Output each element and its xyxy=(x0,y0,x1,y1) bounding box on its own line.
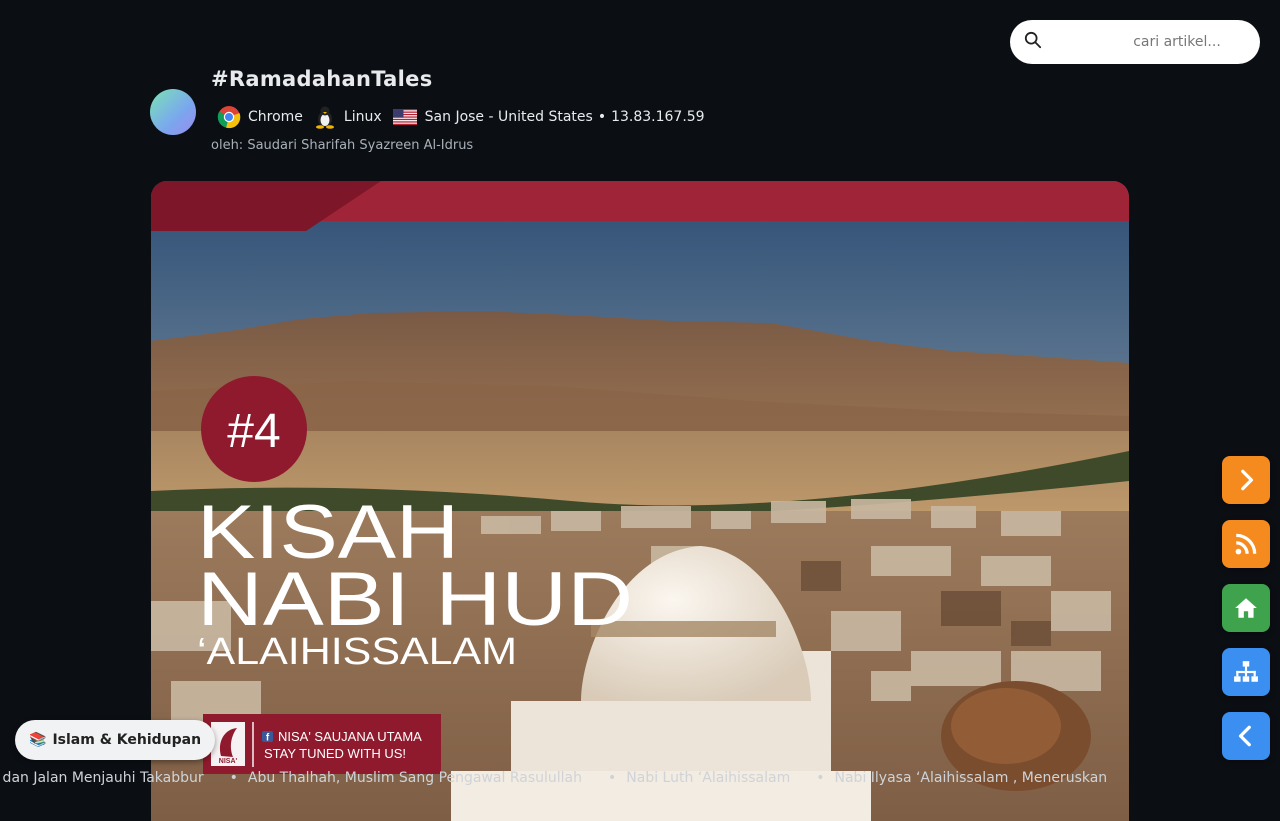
ticker-item[interactable]: • Abu Thalhah, Muslim Sang Pengawal Rasul… xyxy=(230,770,582,786)
headline-line-2: NABI HUD xyxy=(197,557,633,642)
search-input[interactable] xyxy=(1050,33,1266,51)
category-pill[interactable]: 📚 Islam & Kehidupan xyxy=(15,720,216,760)
sitemap-icon xyxy=(1234,661,1258,682)
brand-name: NISA' SAUJANA UTAMA xyxy=(278,729,422,744)
headline-line-3: ‘ALAIHISSALAM xyxy=(197,631,517,673)
brand-logo: NISA' xyxy=(219,758,238,765)
books-icon: 📚 xyxy=(29,732,47,748)
back-button[interactable] xyxy=(1222,712,1270,760)
meta-separator: • xyxy=(597,109,607,125)
ticker-item[interactable]: • Nabi Ilyasa ‘Alaihissalam , Meneruskan xyxy=(816,770,1107,786)
us-flag-icon xyxy=(392,105,418,129)
badge-text: #4 xyxy=(227,405,280,458)
chrome-icon xyxy=(217,105,241,129)
home-icon xyxy=(1235,598,1257,618)
post-meta: Chrome Linux San Jose - United States • … xyxy=(217,104,705,130)
chevron-left-icon xyxy=(1238,725,1251,747)
ip-address: 13.83.167.59 xyxy=(611,109,705,125)
category-label: Islam & Kehidupan xyxy=(52,732,202,748)
author-avatar xyxy=(150,89,196,135)
search-icon xyxy=(1024,31,1042,53)
chevron-right-icon xyxy=(1241,469,1254,491)
next-button[interactable] xyxy=(1222,456,1270,504)
search-box[interactable] xyxy=(1010,20,1266,64)
sitemap-button[interactable] xyxy=(1222,648,1270,696)
linux-icon xyxy=(313,105,337,129)
author-byline: oleh: Saudari Sharifah Syazreen Al-Idrus xyxy=(211,138,474,153)
hero-image[interactable]: #4 KISAH NABI HUD ‘ALAIHISSALAM NISA' f … xyxy=(151,181,1129,821)
rss-icon xyxy=(1235,533,1257,555)
brand-tagline: STAY TUNED WITH US! xyxy=(264,746,406,761)
browser-name: Chrome xyxy=(248,109,303,125)
home-button[interactable] xyxy=(1222,584,1270,632)
os-name: Linux xyxy=(343,109,382,125)
ticker-item[interactable]: • Nabi Luth ‘Alaihissalam xyxy=(608,770,790,786)
ticker-item[interactable]: h Sombong - Tafsir, Bahaya, dan Jalan Me… xyxy=(0,770,204,786)
location-text: San Jose - United States xyxy=(424,109,593,125)
rss-button[interactable] xyxy=(1222,520,1270,568)
post-title[interactable]: #RamadahanTales xyxy=(211,67,433,91)
news-ticker: h Sombong - Tafsir, Bahaya, dan Jalan Me… xyxy=(0,766,1280,792)
